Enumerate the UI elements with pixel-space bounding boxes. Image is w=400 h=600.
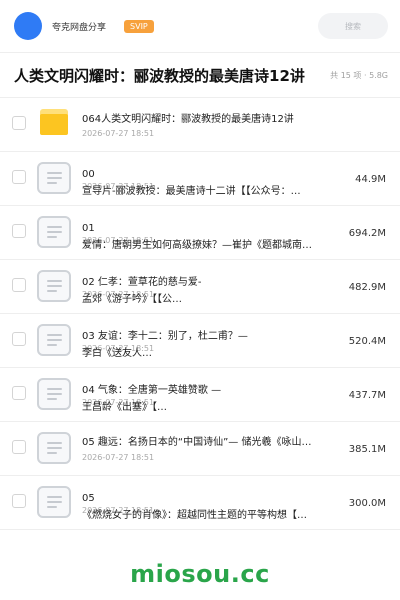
file-subtitle: 孟郊《游子吟》【【公… [82,294,182,305]
file-list: 064人类文明闪耀时：郦波教授的最美唐诗12讲 2026-07-27 18:51… [0,98,400,530]
file-size: 694.2M [348,228,386,239]
document-icon [37,378,71,410]
document-icon [37,486,71,518]
page-title: 人类文明闪耀时：郦波教授的最美唐诗12讲 [14,66,305,85]
file-row[interactable]: 064人类文明闪耀时：郦波教授的最美唐诗12讲 2026-07-27 18:51 [0,98,400,152]
user-name: 夸克网盘分享 [52,22,107,33]
file-date: 2026-07-27 18:51 [82,129,155,138]
row-checkbox[interactable] [12,332,26,346]
file-row[interactable]: 02 仁孝：萱草花的慈与爱- 2026-07-27 18:51 孟郊《游子吟》【… [0,260,400,314]
file-row[interactable]: 00 2026-07-27 18:51 宣导片-郦波教授：最美唐诗十二讲【【公众… [0,152,400,206]
folder-icon [40,109,68,135]
file-size: 520.4M [348,336,386,347]
file-title: 03 友谊：李十二：别了，杜二甫？— [82,331,248,342]
document-icon [37,324,71,356]
svip-badge: SVIP [124,19,154,33]
file-size: 44.9M [355,174,386,185]
file-subtitle: 宣导片-郦波教授：最美唐诗十二讲【【公众号：… [82,186,301,197]
file-subtitle: 李白《送友人… [82,348,152,359]
search-button[interactable]: 搜索 [318,13,388,39]
file-row[interactable]: 04 气象：全唐第一英雄赞歌 — 2026-07-27 18:51 王昌龄《出塞… [0,368,400,422]
folder-title-bar: 人类文明闪耀时：郦波教授的最美唐诗12讲 共 15 项 · 5.8G [0,52,400,98]
top-bar: 夸克网盘分享 SVIP 搜索 [0,0,400,52]
document-icon [37,270,71,302]
search-placeholder: 搜索 [345,21,361,31]
file-size: 482.9M [348,282,386,293]
row-checkbox[interactable] [12,278,26,292]
file-size: 437.7M [348,390,386,401]
avatar[interactable] [14,12,42,40]
file-row[interactable]: 05 2026-07-27 18:51 《燃烧女子的肖像》：超越同性主题的平等构… [0,476,400,530]
file-subtitle: 《燃烧女子的肖像》：超越同性主题的平等构想【… [82,510,307,521]
file-title: 00 [82,169,95,180]
file-title: 05 趣远：名扬日本的“中国诗仙”— 储光羲《咏山… [82,437,312,448]
file-title: 05 [82,493,95,504]
file-title: 064人类文明闪耀时：郦波教授的最美唐诗12讲 [82,114,294,125]
file-title: 04 气象：全唐第一英雄赞歌 — [82,385,222,396]
row-checkbox[interactable] [12,116,26,130]
row-checkbox[interactable] [12,494,26,508]
file-row[interactable]: 01 2026-07-27 18:51 爱情：唐朝男生如何高级撩妹？—崔护《题都… [0,206,400,260]
file-title: 02 仁孝：萱草花的慈与爱- [82,277,202,288]
row-checkbox[interactable] [12,170,26,184]
file-date: 2026-07-27 18:51 [82,453,155,462]
row-checkbox[interactable] [12,386,26,400]
document-icon [37,432,71,464]
file-subtitle: 王昌龄《出塞》【… [82,402,167,413]
file-row[interactable]: 05 趣远：名扬日本的“中国诗仙”— 储光羲《咏山… 2026-07-27 18… [0,422,400,476]
row-checkbox[interactable] [12,440,26,454]
document-icon [37,162,71,194]
row-checkbox[interactable] [12,224,26,238]
document-icon [37,216,71,248]
file-title: 01 [82,223,95,234]
file-subtitle: 爱情：唐朝男生如何高级撩妹？—崔护《题都城南… [82,240,312,251]
file-count: 共 15 项 · 5.8G [330,70,388,80]
file-size: 300.0M [348,498,386,509]
file-row[interactable]: 03 友谊：李十二：别了，杜二甫？— 2026-07-27 18:51 李白《送… [0,314,400,368]
watermark: miosou.cc [130,560,270,588]
file-size: 385.1M [348,444,386,455]
